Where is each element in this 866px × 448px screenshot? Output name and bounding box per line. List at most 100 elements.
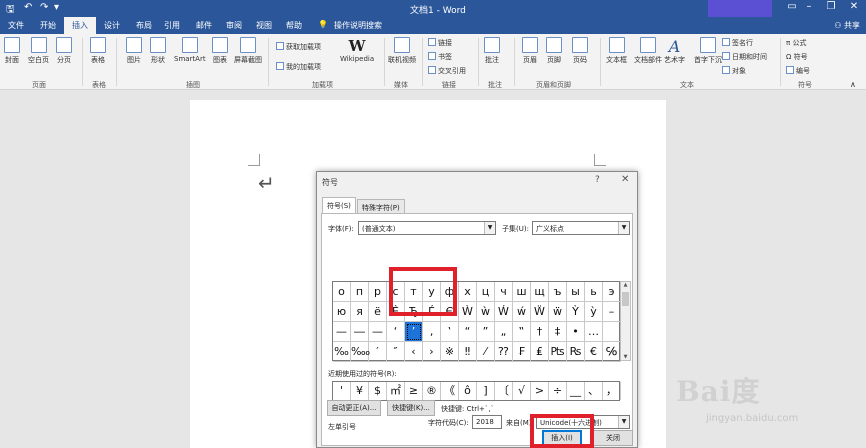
symbol-cell[interactable]: ё (369, 302, 387, 322)
symbol-cell[interactable]: ※ (441, 342, 459, 362)
symbol-cell[interactable]: … (585, 322, 603, 342)
symbol-cell[interactable]: • (567, 322, 585, 342)
recent-symbol-cell[interactable]: √ (513, 382, 531, 400)
tell-me-search[interactable]: 操作说明搜索 (334, 20, 382, 31)
blank-page-button[interactable]: 空白页 (28, 37, 49, 65)
pictures-button[interactable]: 图片 (126, 37, 142, 65)
symbol-cell[interactable]: я (351, 302, 369, 322)
header-button[interactable]: 页眉 (522, 37, 538, 65)
symbol-cell[interactable]: ℅ (603, 342, 621, 362)
symbol-cell[interactable]: ′ (369, 342, 387, 362)
symbol-cell[interactable]: ẅ (549, 302, 567, 322)
symbol-cell[interactable]: ч (495, 282, 513, 302)
symbol-cell[interactable]: ‡ (549, 322, 567, 342)
collapse-ribbon-icon[interactable]: ∧ (850, 80, 856, 89)
tab-design[interactable]: 设计 (104, 20, 120, 31)
recent-symbol-cell[interactable]: ÷ (549, 382, 567, 400)
symbol-cell[interactable]: р (369, 282, 387, 302)
symbol-cell[interactable]: о (333, 282, 351, 302)
recent-symbol-cell[interactable]: ≥ (405, 382, 423, 400)
symbol-grid[interactable]: о п р с т у ф х ц ч ш щ ъ ы ь э ю я ё Ѐ Ђ Ѓ Є Ẁẁ Ẃẃ Ẅẅ Ỳỳ – — ― — ‘’ ‚ ‛ “… (332, 281, 621, 362)
char-code-input[interactable]: 2018 (472, 415, 502, 429)
tab-home[interactable]: 开始 (40, 20, 56, 31)
tab-mailings[interactable]: 邮件 (196, 20, 212, 31)
smartart-button[interactable]: SmartArt (174, 37, 206, 63)
symbol-cell[interactable]: ’ (405, 322, 423, 342)
undo-icon[interactable]: ↶ (24, 2, 32, 13)
symbol-cell[interactable]: ẁ (477, 302, 495, 322)
recent-symbol-cell[interactable]: 〔 (495, 382, 513, 400)
quick-parts-button[interactable]: 文档部件 (634, 37, 662, 65)
account-area[interactable] (708, 0, 772, 17)
symbol-cell[interactable]: ц (477, 282, 495, 302)
drop-cap-button[interactable]: 首字下沉 (694, 37, 722, 65)
tab-file[interactable]: 文件 (8, 20, 24, 31)
symbol-cell[interactable]: э (603, 282, 621, 302)
comment-button[interactable]: 批注 (484, 37, 500, 65)
customize-quick-access-icon[interactable]: ▾ (54, 2, 59, 13)
symbol-cell[interactable]: ” (477, 322, 495, 342)
chart-button[interactable]: 图表 (212, 37, 228, 65)
wordart-button[interactable]: A 艺术字 (664, 37, 685, 65)
shortcut-key-button[interactable]: 快捷键(K)... (387, 400, 435, 416)
symbol-cell[interactable]: ю (333, 302, 351, 322)
symbol-grid-scrollbar[interactable]: ▲ ▼ (620, 281, 631, 361)
text-box-button[interactable]: 文本框 (606, 37, 627, 65)
symbol-cell[interactable]: — (369, 322, 387, 342)
tab-symbols[interactable]: 符号(S) (322, 197, 356, 214)
tab-review[interactable]: 审阅 (226, 20, 242, 31)
autocorrect-button[interactable]: 自动更正(A)... (327, 400, 381, 416)
recent-symbol-cell[interactable]: 《 (441, 382, 459, 400)
symbol-cell[interactable]: ₣ (513, 342, 531, 362)
cover-page-button[interactable]: 封面 (4, 37, 20, 65)
recent-symbol-cell[interactable]: ， (603, 382, 621, 400)
close-window-icon[interactable]: ✕ (845, 1, 863, 12)
symbol-cell[interactable]: ‱ (351, 342, 370, 362)
symbol-cell[interactable]: ь (585, 282, 603, 302)
symbol-cell[interactable]: ‚ (423, 322, 441, 342)
scroll-up-icon[interactable]: ▲ (621, 282, 630, 288)
redo-icon[interactable]: ↷ (40, 2, 48, 13)
subset-dropdown[interactable]: 广义标点 ▼ (532, 221, 630, 235)
bookmark-button[interactable]: 书签 (428, 52, 452, 62)
my-addins-button[interactable]: 我的加载项 (276, 62, 321, 72)
shapes-button[interactable]: 形状 (150, 37, 166, 65)
recent-symbol-cell[interactable]: ' (333, 382, 351, 400)
symbol-cell[interactable]: „ (495, 322, 513, 342)
recent-symbols-row[interactable]: ' ¥ $ ㎡ ≥ ® 《 ô] 〔 √ > ÷ __、， (332, 381, 621, 401)
tab-view[interactable]: 视图 (256, 20, 272, 31)
tab-insert[interactable]: 插入 (64, 17, 96, 34)
close-button[interactable]: 关闭 (593, 430, 633, 446)
font-dropdown[interactable]: (普通文本) ▼ (358, 221, 496, 235)
symbol-cell[interactable]: ₤ (531, 342, 549, 362)
symbol-cell[interactable]: — (333, 322, 351, 342)
get-addins-button[interactable]: 获取加载项 (276, 42, 321, 52)
symbol-cell[interactable]: ‘ (387, 322, 405, 342)
recent-symbol-cell[interactable]: > (531, 382, 549, 400)
symbol-cell[interactable]: ‰ (333, 342, 351, 362)
symbol-cell[interactable]: ‼ (459, 342, 477, 362)
minimize-icon[interactable]: – (800, 1, 818, 12)
symbol-cell[interactable]: п (351, 282, 369, 302)
symbol-cell[interactable]: Ẁ (459, 302, 477, 322)
symbol-cell[interactable]: щ (531, 282, 549, 302)
tab-help[interactable]: 帮助 (286, 20, 302, 31)
recent-symbol-cell[interactable]: ® (423, 382, 441, 400)
recent-symbol-cell[interactable]: ¥ (351, 382, 369, 400)
page-break-button[interactable]: 分页 (56, 37, 72, 65)
screenshot-button[interactable]: 屏幕截图 (234, 37, 262, 65)
tab-special-characters[interactable]: 特殊字符(P) (357, 199, 405, 214)
recent-symbol-cell[interactable]: 、 (585, 382, 603, 400)
symbol-cell[interactable]: Ẃ (495, 302, 513, 322)
wikipedia-button[interactable]: W Wikipedia (340, 37, 374, 63)
table-button[interactable]: 表格 (90, 37, 106, 65)
symbol-cell[interactable]: ⁄ (477, 342, 495, 362)
recent-symbol-cell[interactable]: __ (567, 382, 585, 400)
symbol-cell[interactable]: “ (459, 322, 477, 342)
symbol-cell[interactable]: ₨ (567, 342, 585, 362)
equation-button[interactable]: π 公式 (786, 38, 806, 48)
online-video-button[interactable]: 联机视频 (388, 37, 416, 65)
symbol-cell[interactable]: ″ (387, 342, 405, 362)
footer-button[interactable]: 页脚 (546, 37, 562, 65)
symbol-button[interactable]: Ω 符号 (786, 52, 808, 62)
